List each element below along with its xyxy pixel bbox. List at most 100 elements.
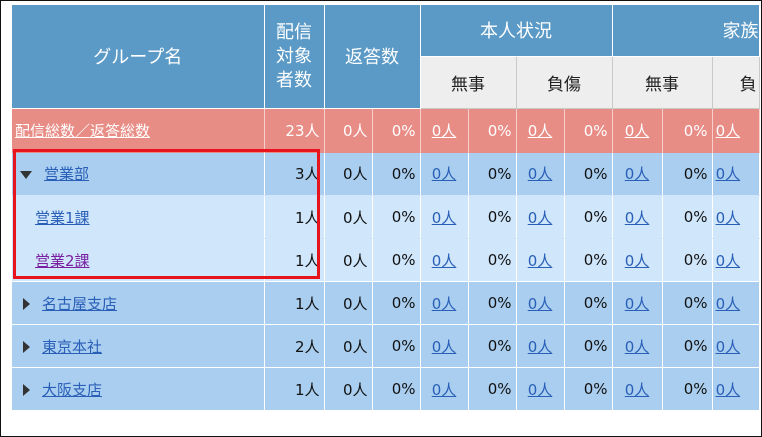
header-self-safe: 無事 [420,56,517,109]
expand-triangle-icon[interactable] [23,341,30,353]
total-family-safe-link[interactable]: 0人 [625,122,650,140]
total-self-injured-link[interactable]: 0人 [528,122,553,140]
response-status-table: グループ名 配信 対象 者数 返答数 本人状況 家族 無事 負傷 無事 負 配信… [12,5,760,411]
table-row: 大阪支店 1人 0人 0% 0人 0% 0人 0% 0人 0% 0人 [12,367,760,411]
self-injured-pct-cell: 0% [564,238,613,282]
header-recipients: 配信 対象 者数 [264,5,325,109]
header-family-injured: 負 [712,56,760,109]
responses-pct-cell: 0% [372,367,421,411]
family-injured-link[interactable]: 0人 [716,381,741,399]
self-safe-pct-cell: 0% [468,238,517,282]
family-safe-pct-cell: 0% [662,281,713,325]
total-label-link[interactable]: 配信総数／返答総数 [15,122,150,140]
self-injured-link[interactable]: 0人 [528,381,553,399]
self-safe-pct-cell: 0% [468,281,517,325]
self-safe-pct-cell: 0% [468,367,517,411]
group-name-cell[interactable]: 営業部 [12,152,265,196]
expand-triangle-icon[interactable] [23,384,30,396]
self-safe-link[interactable]: 0人 [432,165,457,183]
self-safe-link[interactable]: 0人 [432,295,457,313]
family-safe-pct-cell: 0% [662,238,713,282]
family-safe-link[interactable]: 0人 [625,209,650,227]
group-link[interactable]: 名古屋支店 [42,295,117,313]
responses-cell: 0人 [324,195,373,239]
header-recipients-line1: 配信 [276,21,312,43]
header-group-name: グループ名 [12,5,265,109]
group-name-cell[interactable]: 名古屋支店 [12,281,265,325]
self-safe-pct-cell: 0% [468,152,517,196]
table-row: 東京本社 2人 0人 0% 0人 0% 0人 0% 0人 0% 0人 [12,324,760,368]
total-family-safe-pct: 0% [662,108,713,153]
responses-pct-cell: 0% [372,281,421,325]
family-injured-link[interactable]: 0人 [716,252,741,270]
family-injured-link[interactable]: 0人 [716,338,741,356]
recipients-cell: 1人 [264,367,325,411]
header-recipients-line3: 者数 [276,69,312,91]
total-row: 配信総数／返答総数 23人 0人 0% 0人 0% 0人 0% 0人 0% 0人 [12,108,760,153]
family-safe-link[interactable]: 0人 [625,295,650,313]
collapse-triangle-icon[interactable] [20,170,32,179]
group-name-cell[interactable]: 営業1課 [12,195,265,239]
responses-pct-cell: 0% [372,238,421,282]
self-injured-link[interactable]: 0人 [528,338,553,356]
header-recipients-line2: 対象 [276,45,312,67]
self-safe-link[interactable]: 0人 [432,209,457,227]
group-name-cell[interactable]: 東京本社 [12,324,265,368]
total-responses-count: 0人 [324,108,373,153]
self-injured-link[interactable]: 0人 [528,252,553,270]
family-safe-link[interactable]: 0人 [625,165,650,183]
self-injured-pct-cell: 0% [564,367,613,411]
group-link[interactable]: 営業1課 [35,209,90,227]
family-safe-pct-cell: 0% [662,324,713,368]
self-safe-link[interactable]: 0人 [432,252,457,270]
self-injured-link[interactable]: 0人 [528,209,553,227]
table-row: 営業部 3人 0人 0% 0人 0% 0人 0% 0人 0% 0人 [12,152,760,196]
responses-cell: 0人 [324,367,373,411]
recipients-cell: 2人 [264,324,325,368]
expand-triangle-icon[interactable] [23,298,30,310]
family-safe-link[interactable]: 0人 [625,338,650,356]
header-family-status: 家族 [612,5,760,57]
header-self-injured: 負傷 [516,56,613,109]
group-link[interactable]: 大阪支店 [42,381,102,399]
responses-cell: 0人 [324,281,373,325]
self-injured-link[interactable]: 0人 [528,165,553,183]
total-self-safe-link[interactable]: 0人 [432,122,457,140]
recipients-cell: 1人 [264,238,325,282]
total-label[interactable]: 配信総数／返答総数 [12,108,265,153]
recipients-cell: 1人 [264,195,325,239]
self-injured-pct-cell: 0% [564,281,613,325]
self-safe-link[interactable]: 0人 [432,381,457,399]
self-injured-pct-cell: 0% [564,324,613,368]
self-safe-link[interactable]: 0人 [432,338,457,356]
self-injured-pct-cell: 0% [564,195,613,239]
total-self-safe-pct: 0% [468,108,517,153]
total-family-injured-link[interactable]: 0人 [716,122,741,140]
self-injured-link[interactable]: 0人 [528,295,553,313]
family-safe-link[interactable]: 0人 [625,252,650,270]
family-injured-link[interactable]: 0人 [716,295,741,313]
family-injured-link[interactable]: 0人 [716,165,741,183]
responses-cell: 0人 [324,238,373,282]
self-injured-pct-cell: 0% [564,152,613,196]
family-safe-pct-cell: 0% [662,367,713,411]
total-responses-pct: 0% [372,108,421,153]
group-link[interactable]: 東京本社 [42,338,102,356]
total-self-injured-pct: 0% [564,108,613,153]
responses-pct-cell: 0% [372,152,421,196]
family-safe-pct-cell: 0% [662,195,713,239]
responses-cell: 0人 [324,152,373,196]
recipients-cell: 3人 [264,152,325,196]
header-self-status: 本人状況 [420,5,613,57]
responses-cell: 0人 [324,324,373,368]
header-responses: 返答数 [324,5,421,109]
self-safe-pct-cell: 0% [468,324,517,368]
group-link[interactable]: 営業2課 [35,252,90,270]
family-safe-link[interactable]: 0人 [625,381,650,399]
table-row: 名古屋支店 1人 0人 0% 0人 0% 0人 0% 0人 0% 0人 [12,281,760,325]
header-family-safe: 無事 [612,56,713,109]
group-name-cell[interactable]: 大阪支店 [12,367,265,411]
group-name-cell[interactable]: 営業2課 [12,238,265,282]
group-link[interactable]: 営業部 [44,165,89,183]
family-injured-link[interactable]: 0人 [716,209,741,227]
